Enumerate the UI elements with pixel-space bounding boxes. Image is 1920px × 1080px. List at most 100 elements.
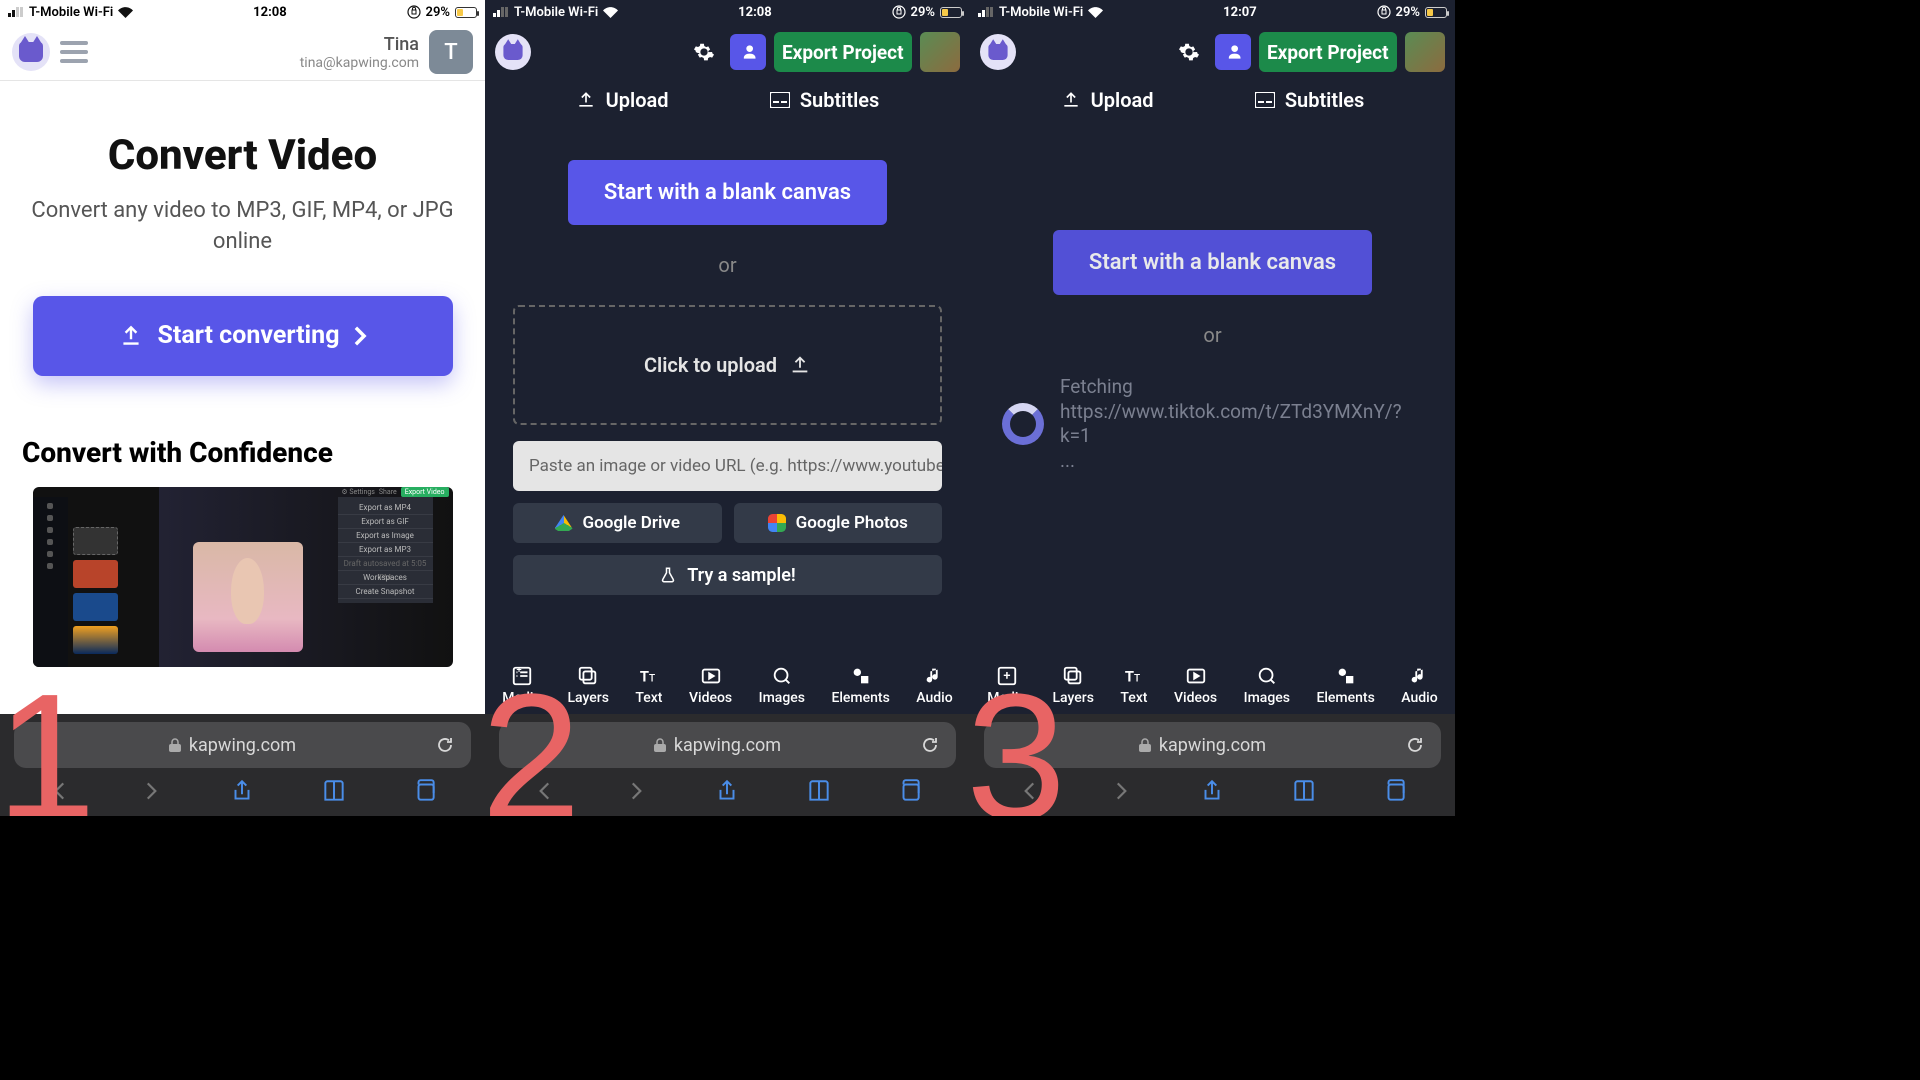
url-text: kapwing.com: [189, 735, 296, 756]
lock-icon: [1139, 738, 1151, 752]
nav-elements[interactable]: Elements: [1316, 665, 1374, 706]
upload-icon: [118, 323, 144, 349]
start-converting-button[interactable]: Start converting: [33, 296, 453, 376]
tabs-icon[interactable]: [1382, 778, 1408, 804]
reload-icon[interactable]: [920, 735, 940, 755]
step-number-3: 3: [970, 668, 1066, 816]
svg-text:T: T: [1125, 668, 1134, 686]
svg-text:T: T: [640, 668, 649, 686]
upload-icon: [576, 90, 596, 110]
editor-tabs: Upload Subtitles: [970, 80, 1455, 120]
invite-button[interactable]: [730, 34, 766, 70]
lock-icon: [169, 738, 181, 752]
invite-button[interactable]: [1215, 34, 1251, 70]
forward-icon[interactable]: [138, 778, 164, 804]
svg-text:T: T: [1134, 674, 1140, 685]
nav-audio[interactable]: Audio: [916, 665, 952, 706]
bookmarks-icon[interactable]: [806, 778, 832, 804]
reload-icon[interactable]: [435, 735, 455, 755]
or-divider: or: [718, 253, 736, 277]
clock: 12:08: [253, 5, 287, 20]
step-number-1: 1: [0, 668, 96, 816]
user-email: tina@kapwing.com: [300, 55, 419, 71]
or-divider: or: [1203, 323, 1221, 347]
user-avatar[interactable]: [1405, 32, 1445, 72]
nav-images[interactable]: Images: [759, 665, 805, 706]
forward-icon[interactable]: [623, 778, 649, 804]
bookmarks-icon[interactable]: [1291, 778, 1317, 804]
orientation-lock-icon: [1377, 5, 1391, 19]
blank-canvas-button[interactable]: Start with a blank canvas: [1053, 230, 1372, 295]
kapwing-logo[interactable]: [495, 34, 531, 70]
reload-icon[interactable]: [1405, 735, 1425, 755]
tabs-icon[interactable]: [412, 778, 438, 804]
kapwing-logo[interactable]: [12, 33, 50, 71]
page-title: Convert Video: [20, 131, 465, 180]
step-number-2: 2: [485, 668, 581, 816]
export-project-button[interactable]: Export Project: [1259, 32, 1398, 72]
user-avatar[interactable]: [920, 32, 960, 72]
url-input[interactable]: Paste an image or video URL (e.g. https:…: [513, 441, 942, 491]
upload-icon: [789, 354, 811, 376]
orientation-lock-icon: [407, 5, 421, 19]
fetching-url: https://www.tiktok.com/t/ZTd3YMXnY/?k=1: [1060, 400, 1423, 449]
orientation-lock-icon: [892, 5, 906, 19]
subtitles-icon: [770, 92, 790, 108]
wifi-icon: [118, 7, 133, 18]
screen-1: T-Mobile Wi-Fi 12:08 29% Tina tina@kapwi…: [0, 0, 485, 816]
tabs-icon[interactable]: [897, 778, 923, 804]
chevron-right-icon: [353, 325, 367, 347]
demo-screenshot: ⚙ SettingsShareExport Video Export as MP…: [33, 487, 453, 667]
flask-icon: [659, 566, 677, 584]
fetching-ellipsis: ...: [1060, 449, 1423, 474]
google-drive-icon: [555, 515, 573, 531]
wifi-icon: [1088, 7, 1103, 18]
settings-button[interactable]: [686, 34, 722, 70]
loading-spinner-icon: [1002, 403, 1044, 445]
google-photos-icon: [768, 514, 786, 532]
upload-zone-label: Click to upload: [644, 353, 777, 377]
page-subtitle: Convert any video to MP3, GIF, MP4, or J…: [20, 196, 465, 258]
share-icon[interactable]: [714, 778, 740, 804]
upload-tab[interactable]: Upload: [1061, 88, 1154, 112]
try-sample-button[interactable]: Try a sample!: [513, 555, 942, 595]
lock-icon: [654, 738, 666, 752]
settings-button[interactable]: [1171, 34, 1207, 70]
user-avatar[interactable]: T: [429, 30, 473, 74]
section-heading: Convert with Confidence: [22, 436, 465, 469]
nav-videos[interactable]: Videos: [689, 665, 732, 706]
google-drive-button[interactable]: Google Drive: [513, 503, 722, 543]
status-bar: T-Mobile Wi-Fi 12:08 29%: [485, 0, 970, 24]
upload-tab[interactable]: Upload: [576, 88, 669, 112]
upload-icon: [1061, 90, 1081, 110]
screen-3: T-Mobile Wi-Fi 12:07 29% Export Project …: [970, 0, 1455, 816]
nav-text[interactable]: TTText: [635, 665, 662, 706]
bookmarks-icon[interactable]: [321, 778, 347, 804]
editor-header: Export Project: [970, 24, 1455, 80]
editor-header: Export Project: [485, 24, 970, 80]
upload-zone[interactable]: Click to upload: [513, 305, 942, 425]
export-project-button[interactable]: Export Project: [774, 32, 913, 72]
nav-elements[interactable]: Elements: [831, 665, 889, 706]
subtitles-tab[interactable]: Subtitles: [1255, 88, 1365, 112]
share-icon[interactable]: [1199, 778, 1225, 804]
menu-button[interactable]: [60, 41, 88, 63]
nav-text[interactable]: TTText: [1120, 665, 1147, 706]
demo-export-menu: Export as MP4Export as GIF Export as Ima…: [338, 497, 433, 603]
share-icon[interactable]: [229, 778, 255, 804]
subtitles-tab[interactable]: Subtitles: [770, 88, 880, 112]
nav-videos[interactable]: Videos: [1174, 665, 1217, 706]
status-bar: T-Mobile Wi-Fi 12:08 29%: [0, 0, 485, 24]
kapwing-logo[interactable]: [980, 34, 1016, 70]
subtitles-icon: [1255, 92, 1275, 108]
nav-audio[interactable]: Audio: [1401, 665, 1437, 706]
google-photos-button[interactable]: Google Photos: [734, 503, 943, 543]
svg-text:T: T: [649, 674, 655, 685]
nav-images[interactable]: Images: [1244, 665, 1290, 706]
battery-icon: [455, 7, 477, 18]
battery-icon: [1425, 7, 1447, 18]
forward-icon[interactable]: [1108, 778, 1134, 804]
user-info[interactable]: Tina tina@kapwing.com: [300, 34, 419, 71]
blank-canvas-button[interactable]: Start with a blank canvas: [568, 160, 887, 225]
battery-icon: [940, 7, 962, 18]
